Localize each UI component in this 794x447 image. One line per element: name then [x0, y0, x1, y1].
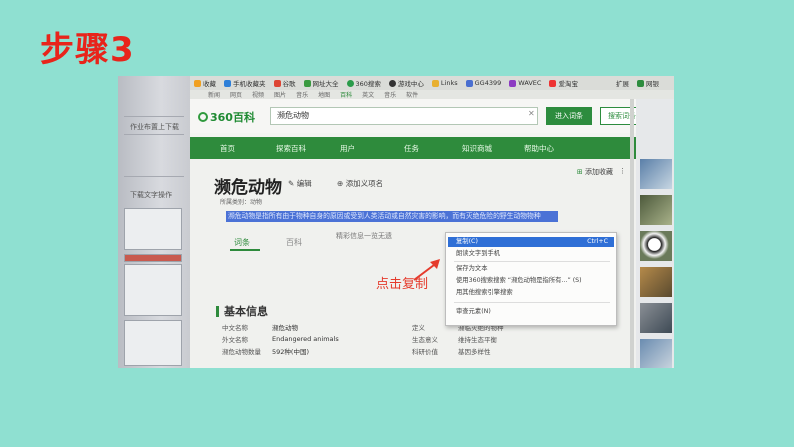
context-menu-item[interactable]: 用其他搜索引擎搜索: [456, 288, 610, 298]
bookmarks-bar: 收藏 手机收藏夹 谷歌 网址大全 360搜索 游戏中心 Links GG4399…: [190, 76, 674, 90]
bookmark[interactable]: 网银: [636, 78, 659, 88]
tab-entry[interactable]: 词条: [234, 237, 250, 248]
context-menu-item[interactable]: 朗读文字到手机: [456, 249, 610, 259]
slide-thumbnail[interactable]: [124, 320, 182, 366]
section-title: 基本信息: [216, 303, 268, 319]
entry-title: 濒危动物: [214, 178, 282, 198]
selected-text[interactable]: 濒危动物是指所有由于物种自身的原因或受到人类活动或自然灾害的影响，而有灭绝危险的…: [226, 211, 558, 222]
subnav-item[interactable]: 图片: [274, 90, 286, 99]
animal-thumbnail[interactable]: [640, 231, 672, 261]
highlights-link[interactable]: 精彩信息一览无遗: [336, 231, 392, 241]
animal-thumbnail[interactable]: [640, 159, 672, 189]
main-nav: 首页 探索百科 用户 任务 知识商城 帮助中心: [190, 137, 636, 159]
bookmark[interactable]: Links: [431, 79, 458, 87]
subnav-item[interactable]: 视频: [252, 90, 264, 99]
info-row: 濒危动物数量 592种(中国) 科研价值 基因多样性: [222, 348, 491, 356]
plus-icon: ⊞: [576, 168, 583, 176]
subnav-item[interactable]: 软件: [406, 90, 418, 99]
nav-item[interactable]: 探索百科: [276, 143, 340, 154]
enter-entry-button[interactable]: 进入词条: [546, 107, 592, 125]
bookmark[interactable]: 网址大全: [303, 78, 339, 88]
search-input[interactable]: 濒危动物: [270, 107, 538, 125]
slide-thumbnail[interactable]: [124, 264, 182, 316]
subnav-item[interactable]: 百科: [340, 90, 352, 99]
plus-icon: ⊕: [337, 179, 344, 188]
slide-thumbnail[interactable]: [124, 208, 182, 250]
nav-item[interactable]: 用户: [340, 143, 404, 154]
clear-icon[interactable]: ✕: [528, 109, 535, 118]
context-menu: 复制(C) Ctrl+C 朗读文字到手机 保存为文本 使用360搜索搜索 “濒危动…: [445, 232, 617, 326]
subnav-item[interactable]: 音乐: [296, 90, 308, 99]
bookmark[interactable]: 谷歌: [273, 78, 296, 88]
nav-item[interactable]: 任务: [404, 143, 462, 154]
subnav-item[interactable]: 地图: [318, 90, 330, 99]
site-logo[interactable]: 360百科: [198, 109, 255, 125]
nav-item[interactable]: 帮助中心: [524, 143, 554, 154]
context-copy[interactable]: 复制(C) Ctrl+C: [448, 237, 614, 247]
animal-thumbnail[interactable]: [640, 339, 672, 368]
entry-category: 所属类别：动物: [220, 199, 263, 206]
info-table: 中文名称 濒危动物 定义 濒临灭绝的物种 外文名称 Endangered animal…: [222, 321, 538, 357]
bookmark[interactable]: 手机收藏夹: [224, 78, 266, 88]
context-menu-item[interactable]: 使用360搜索搜索 “濒危动物是指所有...” (S): [456, 276, 610, 286]
left-pane-text: 下载文字操作: [130, 191, 172, 199]
bookmark[interactable]: 扩展: [616, 78, 629, 88]
bookmark[interactable]: 游戏中心: [388, 78, 424, 88]
info-row: 外文名称 Endangered animals 生态意义 维持生态平衡: [222, 335, 497, 344]
subnav-item[interactable]: 新闻: [208, 90, 220, 99]
add-synonym-link[interactable]: ⊕ 添加义项名: [337, 178, 383, 189]
bookmark[interactable]: 360搜索: [346, 78, 381, 88]
bookmark[interactable]: GG4399: [465, 79, 501, 87]
left-pane: 作业布置上下载 下载文字操作: [118, 76, 190, 368]
slide-thumbnail[interactable]: [124, 254, 182, 262]
bookmark[interactable]: WAVEC: [509, 79, 541, 87]
pencil-icon: ✎: [288, 179, 295, 188]
search-category-nav: 新闻 网页 视频 图片 音乐 地图 百科 英文 音乐 软件: [190, 90, 674, 99]
screen-photo: 作业布置上下载 下载文字操作 收藏 手机收藏夹 谷歌 网址大全 360搜索 游戏…: [118, 76, 674, 368]
favorite-bar: ⊞ 添加收藏 ⋮: [577, 167, 626, 177]
animal-thumbnail[interactable]: [640, 303, 672, 333]
bookmark[interactable]: 爱淘宝: [549, 78, 578, 88]
left-pane-text: 作业布置上下载: [130, 123, 179, 131]
context-menu-item[interactable]: 保存为文本: [456, 264, 610, 274]
bookmark[interactable]: 收藏: [194, 78, 216, 88]
edit-link[interactable]: ✎ 编辑: [288, 178, 312, 189]
logo-icon: [198, 112, 208, 122]
image-strip: [636, 99, 674, 368]
nav-item[interactable]: 首页: [220, 143, 276, 154]
tab-baike[interactable]: 百科: [286, 237, 302, 248]
nav-item[interactable]: 知识商城: [462, 143, 524, 154]
context-menu-item[interactable]: 审查元素(N): [456, 307, 610, 317]
animal-thumbnail[interactable]: [640, 267, 672, 297]
section-marker: [216, 305, 219, 317]
annotation-label: 点击复制: [376, 277, 429, 292]
animal-thumbnail[interactable]: [640, 195, 672, 225]
scrollbar[interactable]: [630, 99, 634, 368]
search-header: 360百科 濒危动物 ✕ 进入词条 搜索词条: [190, 99, 644, 133]
more-icon[interactable]: ⋮: [619, 167, 626, 177]
subnav-item[interactable]: 英文: [362, 90, 374, 99]
favorite-link[interactable]: ⊞ 添加收藏: [577, 167, 613, 177]
subnav-item[interactable]: 网页: [230, 90, 242, 99]
tab-indicator: [230, 249, 260, 251]
subnav-item[interactable]: 音乐: [384, 90, 396, 99]
slide-title: 步骤3: [40, 30, 135, 70]
